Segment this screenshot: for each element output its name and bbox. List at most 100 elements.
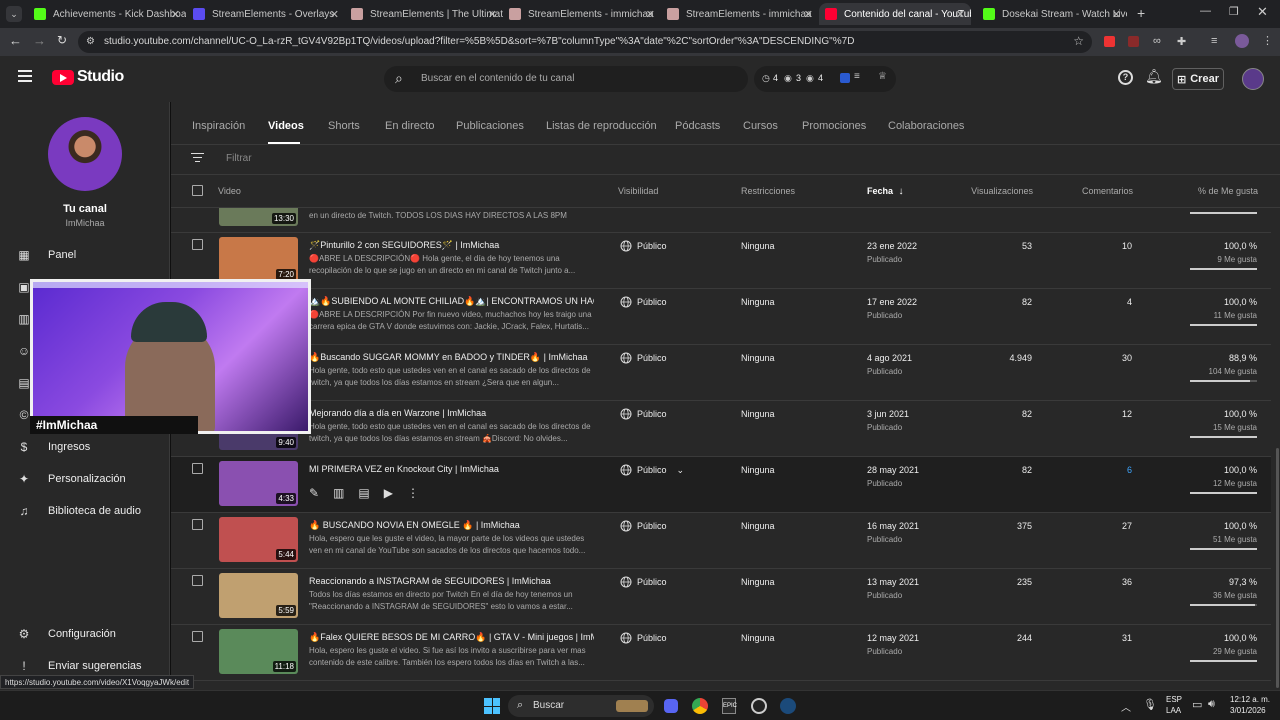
more-options-icon[interactable]: ⋮ — [407, 486, 419, 500]
video-title[interactable]: MI PRIMERA VEZ en Knockout City | ImMich… — [309, 464, 594, 474]
chevron-down-icon[interactable]: ⌄ — [677, 465, 685, 475]
youtube-play-icon[interactable]: ▶ — [384, 486, 393, 500]
filter-input[interactable]: Filtrar — [226, 153, 252, 164]
profile-avatar-icon[interactable] — [1235, 34, 1249, 48]
taskbar-lang[interactable]: ESP — [1166, 695, 1182, 704]
table-row[interactable]: 9:40 Mejorando día a día en Warzone | ImM… — [171, 401, 1271, 457]
close-window-icon[interactable]: ✕ — [1257, 4, 1268, 20]
tab-colaboraciones[interactable]: Colaboraciones — [888, 120, 964, 132]
tab-search-icon[interactable]: ⌄ — [6, 6, 22, 22]
tab-shorts[interactable]: Shorts — [328, 120, 360, 132]
video-thumbnail[interactable]: 4:33 — [219, 461, 298, 506]
extension-icon[interactable] — [1128, 36, 1139, 47]
table-row[interactable]: 🏔️🔥SUBIENDO AL MONTE CHILIAD🔥🏔️| ENCONTR… — [171, 289, 1271, 345]
chrome-icon[interactable] — [692, 698, 708, 714]
taskbar-time[interactable]: 12:12 a. m. — [1230, 695, 1270, 704]
visibility-value[interactable]: Público — [637, 577, 667, 587]
tab-close-icon[interactable]: ✕ — [330, 8, 339, 21]
browser-tab[interactable]: StreamElements - immichaa ✕ — [661, 3, 819, 25]
column-header-likes[interactable]: % de Me gusta — [1198, 186, 1258, 196]
taskbar-date[interactable]: 3/01/2026 — [1230, 706, 1266, 715]
visibility-value[interactable]: Público ⌄ — [637, 465, 684, 476]
stats-pill[interactable]: ◷ 4 ◉ 3 ◉ 4 ≡ ♕ — [754, 66, 896, 92]
video-title[interactable]: 🏔️🔥SUBIENDO AL MONTE CHILIAD🔥🏔️| ENCONTR… — [309, 296, 594, 307]
sidebar-item-configuracion[interactable]: ⚙ Configuración — [0, 620, 170, 648]
reload-icon[interactable]: ↻ — [57, 33, 67, 47]
tab-close-icon[interactable]: ✕ — [804, 8, 813, 21]
volume-icon[interactable]: 🔊︎ — [1208, 698, 1215, 711]
visibility-value[interactable]: Público — [637, 521, 667, 531]
table-row[interactable]: 🔥Buscando SUGGAR MOMMY en BADOO y TINDER… — [171, 345, 1271, 401]
tab-pódcasts[interactable]: Pódcasts — [675, 120, 720, 132]
table-row[interactable]: 4:33 MI PRIMERA VEZ en Knockout City | Im… — [171, 457, 1271, 513]
forward-icon[interactable]: → — [33, 33, 46, 48]
analytics-icon[interactable]: ▥ — [333, 486, 344, 500]
visibility-value[interactable]: Público — [637, 409, 667, 419]
video-thumbnail[interactable]: 7:20 — [219, 237, 298, 282]
visibility-value[interactable]: Público — [637, 297, 667, 307]
youtube-studio-logo[interactable]: Studio — [52, 68, 124, 86]
tab-close-icon[interactable]: ✕ — [646, 8, 655, 21]
row-checkbox[interactable] — [192, 631, 203, 642]
media-control-icon[interactable]: ≡ — [1211, 35, 1217, 47]
sidebar-item-personalizacion[interactable]: ✦ Personalización — [0, 465, 170, 493]
video-title[interactable]: Mejorando día a día en Warzone | ImMicha… — [309, 408, 594, 418]
column-header-date[interactable]: Fecha ↓ — [867, 186, 904, 197]
row-checkbox[interactable] — [192, 239, 203, 250]
steam-icon[interactable] — [780, 698, 796, 714]
browser-tab[interactable]: Contenido del canal - YouTube ✕ — [819, 3, 971, 25]
back-icon[interactable]: ← — [9, 33, 22, 48]
comments-count[interactable]: 6 — [1127, 465, 1132, 475]
tab-promociones[interactable]: Promociones — [802, 120, 866, 132]
table-row[interactable]: 5:44 🔥 BUSCANDO NOVIA EN OMEGLE 🔥 | ImMic… — [171, 513, 1271, 569]
visibility-value[interactable]: Público — [637, 633, 667, 643]
tab-videos[interactable]: Videos — [268, 120, 304, 132]
obs-icon[interactable] — [751, 698, 767, 714]
discord-icon[interactable] — [664, 699, 678, 713]
tab-publicaciones[interactable]: Publicaciones — [456, 120, 524, 132]
tab-cursos[interactable]: Cursos — [743, 120, 778, 132]
video-title[interactable]: 🔥Falex QUIERE BESOS DE MI CARRO🔥 | GTA V… — [309, 632, 594, 643]
browser-menu-icon[interactable]: ⋮ — [1262, 34, 1273, 47]
hamburger-menu-icon[interactable] — [18, 70, 32, 82]
minimize-icon[interactable]: — — [1200, 5, 1211, 17]
account-avatar[interactable] — [1242, 68, 1264, 90]
comments-icon[interactable]: ▤ — [358, 486, 369, 500]
restore-icon[interactable]: ❐ — [1229, 5, 1239, 18]
row-checkbox[interactable] — [192, 575, 203, 586]
scrollbar-thumb[interactable] — [1276, 448, 1279, 688]
table-row[interactable]: 5:59 Reaccionando a INSTAGRAM de SEGUIDOR… — [171, 569, 1271, 625]
extension-icon[interactable]: ∞ — [1153, 35, 1161, 47]
video-thumbnail[interactable]: 5:59 — [219, 573, 298, 618]
video-title[interactable]: 🔥 BUSCANDO NOVIA EN OMEGLE 🔥 | ImMichaa — [309, 520, 594, 531]
tab-close-icon[interactable]: ✕ — [956, 8, 965, 21]
video-thumbnail[interactable]: 5:44 — [219, 517, 298, 562]
site-info-icon[interactable]: ⚙ — [86, 36, 95, 47]
browser-tab[interactable]: StreamElements - Overlays ✕ — [187, 3, 345, 25]
select-all-checkbox[interactable] — [192, 185, 203, 196]
extensions-puzzle-icon[interactable]: ✚ — [1177, 35, 1186, 48]
table-row[interactable]: 7:20 🪄Pinturillo 2 con SEGUIDORES🪄 | ImMi… — [171, 233, 1271, 289]
tab-inspiración[interactable]: Inspiración — [192, 120, 245, 132]
extension-icon[interactable] — [1104, 36, 1115, 47]
microphone-icon[interactable]: 🎙︎ — [1143, 698, 1157, 711]
sidebar-item-panel[interactable]: ▦ Panel — [0, 241, 170, 269]
column-header-views[interactable]: Visualizaciones — [971, 186, 1033, 196]
tab-close-icon[interactable]: ✕ — [488, 8, 497, 21]
row-checkbox[interactable] — [192, 519, 203, 530]
sidebar-item-audio-library[interactable]: ♫ Biblioteca de audio — [0, 497, 170, 525]
browser-tab[interactable]: Dosekai Stream - Watch Live o ✕ — [977, 3, 1127, 25]
visibility-value[interactable]: Público — [637, 241, 667, 251]
video-title[interactable]: 🪄Pinturillo 2 con SEGUIDORES🪄 | ImMichaa — [309, 240, 594, 251]
row-checkbox[interactable] — [192, 463, 203, 474]
tab-close-icon[interactable]: ✕ — [171, 8, 180, 21]
tab-listas-de-reproducción[interactable]: Listas de reproducción — [546, 120, 657, 132]
new-tab-icon[interactable]: + — [1137, 5, 1145, 21]
taskbar-search[interactable]: ⌕ Buscar — [508, 695, 654, 717]
column-header-comments[interactable]: Comentarios — [1082, 186, 1133, 196]
taskbar-region[interactable]: LAA — [1166, 706, 1181, 715]
channel-avatar[interactable] — [48, 117, 122, 191]
filter-icon[interactable] — [191, 153, 204, 163]
address-bar[interactable]: ⚙ studio.youtube.com/channel/UC-O_La-rzR… — [78, 31, 1092, 53]
notifications-bell-icon[interactable]: 🔔︎ — [1145, 68, 1163, 85]
